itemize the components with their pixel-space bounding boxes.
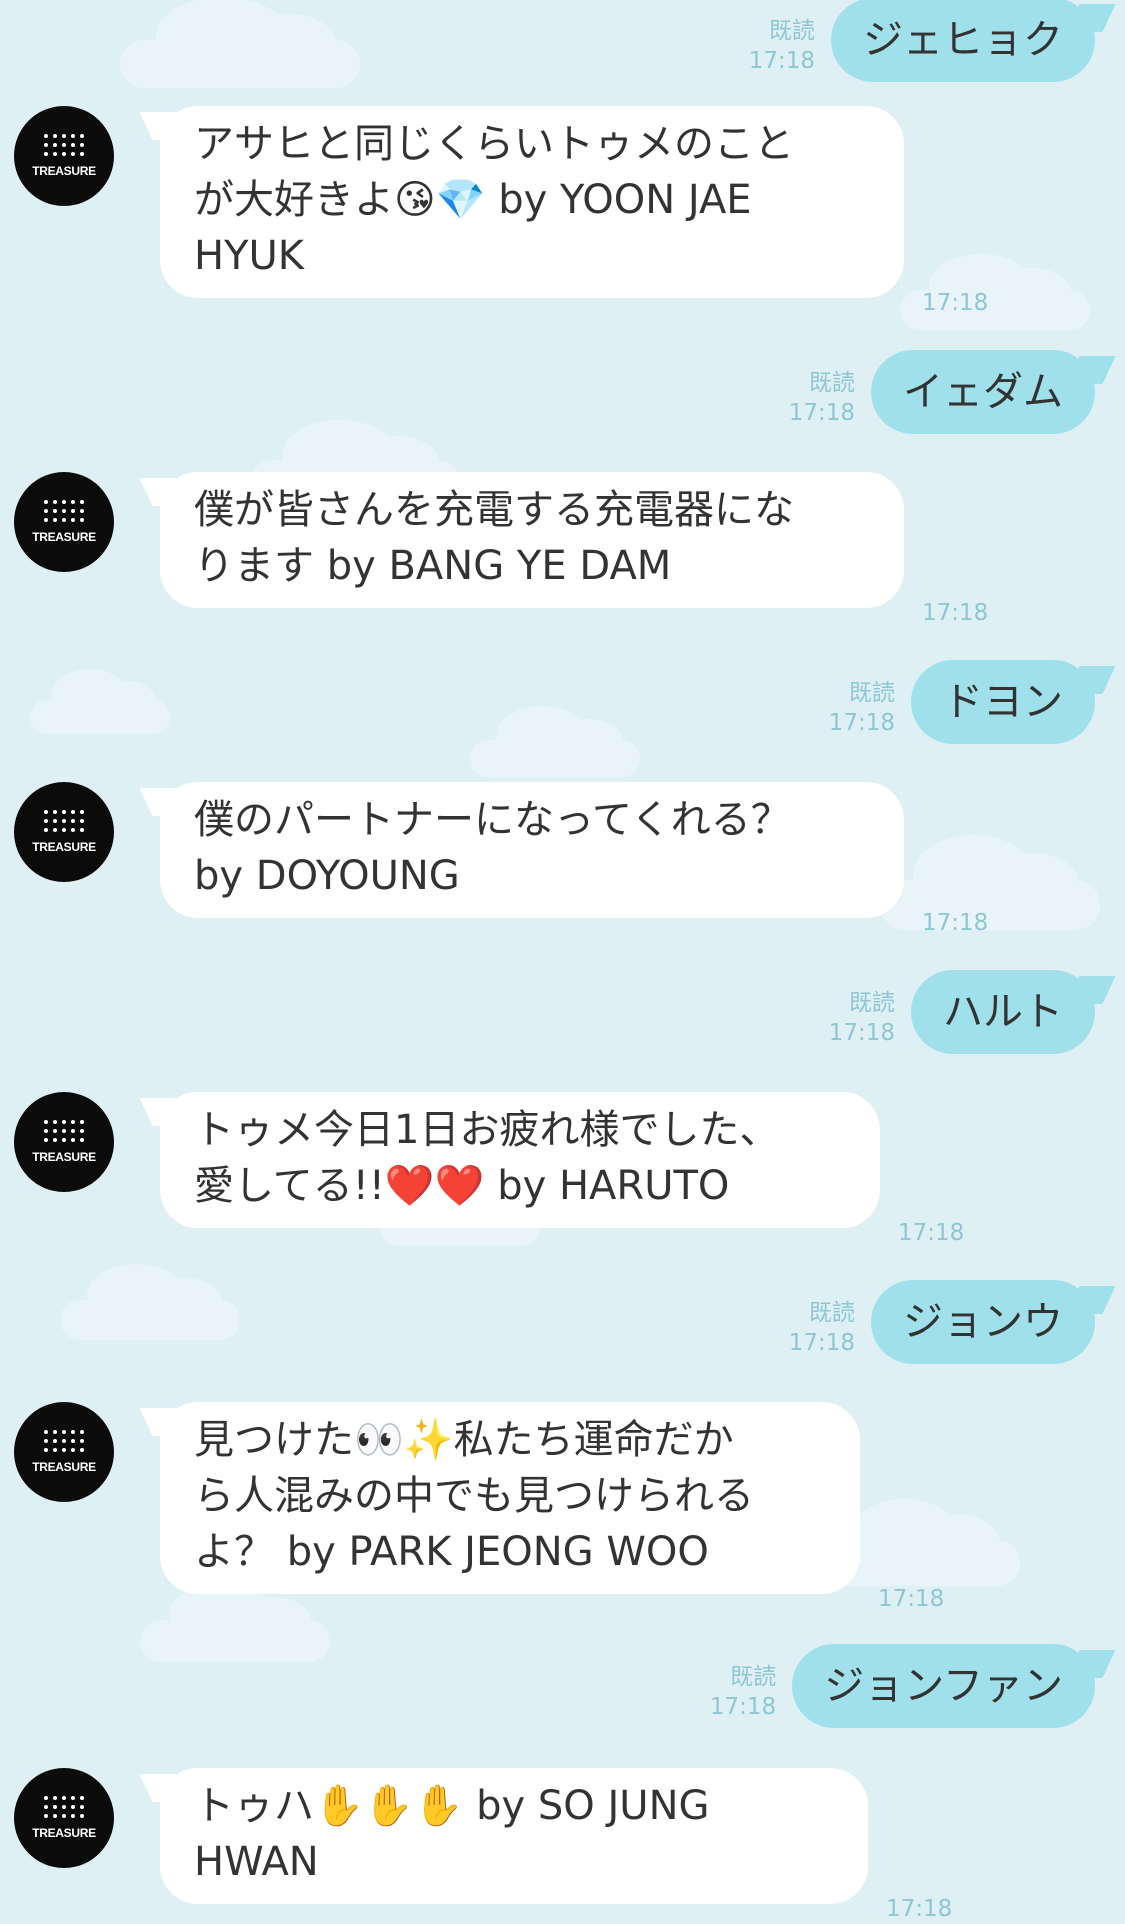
- avatar[interactable]: TREASURE: [14, 1768, 114, 1868]
- logo-dots: [44, 1430, 84, 1452]
- received-message[interactable]: TREASURE 僕のパートナーになってくれる？ by DOYOUNG 17:1…: [14, 782, 988, 936]
- message-line: トゥハ✋✋✋ by SO JUNG: [194, 1783, 710, 1829]
- read-receipt: 既読: [809, 1300, 855, 1326]
- message-time: 17:18: [898, 1220, 965, 1246]
- received-message[interactable]: TREASURE トゥハ✋✋✋ by SO JUNG HWAN 17:18: [14, 1768, 952, 1922]
- sent-message[interactable]: 既読 17:18 ジョンウ: [789, 1280, 1095, 1364]
- avatar-logo-text: TREASURE: [32, 1826, 96, 1840]
- avatar-logo-text: TREASURE: [32, 1460, 96, 1474]
- sent-message[interactable]: 既読 17:18 イェダム: [789, 350, 1095, 434]
- message-line: アサヒと同じくらいトゥメのこと: [194, 121, 794, 167]
- sent-message[interactable]: 既読 17:18 ドヨン: [829, 660, 1095, 744]
- avatar-logo-text: TREASURE: [32, 164, 96, 178]
- message-line: by DOYOUNG: [194, 853, 460, 899]
- logo-dots: [44, 1120, 84, 1142]
- message-line: トゥメ今日1日お疲れ様でした、: [194, 1107, 780, 1153]
- message-line: 愛してる!!❤️❤️ by HARUTO: [194, 1163, 730, 1209]
- message-meta: 既読 17:18: [749, 16, 815, 76]
- received-message[interactable]: TREASURE 僕が皆さんを充電する充電器にな ります by BANG YE …: [14, 472, 988, 626]
- message-time: 17:18: [886, 1896, 953, 1922]
- message-line: HWAN: [194, 1839, 319, 1885]
- avatar[interactable]: TREASURE: [14, 472, 114, 572]
- received-bubble[interactable]: トゥハ✋✋✋ by SO JUNG HWAN: [160, 1768, 868, 1904]
- message-meta: 既読 17:18: [710, 1662, 776, 1722]
- message-meta: 既読 17:18: [829, 988, 895, 1048]
- message-time: 17:18: [828, 1020, 895, 1046]
- message-line: が大好きよ😘💎 by YOON JAE: [194, 177, 752, 223]
- avatar[interactable]: TREASURE: [14, 106, 114, 206]
- read-receipt: 既読: [809, 370, 855, 396]
- logo-dots: [44, 500, 84, 522]
- logo-dots: [44, 1796, 84, 1818]
- sent-bubble[interactable]: ジェヒョク: [831, 0, 1095, 82]
- avatar[interactable]: TREASURE: [14, 1092, 114, 1192]
- avatar-logo-text: TREASURE: [32, 840, 96, 854]
- received-message[interactable]: TREASURE アサヒと同じくらいトゥメのこと が大好きよ😘💎 by YOON…: [14, 106, 988, 316]
- read-receipt: 既読: [730, 1664, 777, 1690]
- chat-thread[interactable]: 既読 17:18 ジェヒョク TREASURE アサヒと同じくらいトゥメのこと …: [0, 0, 1125, 1922]
- read-receipt: 既読: [849, 990, 895, 1016]
- received-message[interactable]: TREASURE トゥメ今日1日お疲れ様でした、 愛してる!!❤️❤️ by H…: [14, 1092, 964, 1246]
- message-line: 僕が皆さんを充電する充電器にな: [194, 487, 794, 533]
- message-line: ります by BANG YE DAM: [194, 543, 672, 589]
- received-bubble[interactable]: 僕が皆さんを充電する充電器にな ります by BANG YE DAM: [160, 472, 904, 608]
- logo-dots: [44, 810, 84, 832]
- sent-bubble[interactable]: ドヨン: [911, 660, 1095, 744]
- message-time: 17:18: [748, 48, 815, 74]
- sent-message[interactable]: 既読 17:18 ジョンファン: [710, 1644, 1095, 1728]
- message-line: 僕のパートナーになってくれる？: [194, 797, 791, 843]
- sent-bubble[interactable]: ジョンファン: [792, 1644, 1095, 1728]
- message-line: HYUK: [194, 233, 305, 279]
- message-meta: 既読 17:18: [789, 368, 855, 428]
- message-line: ら人混みの中でも見つけられる: [194, 1473, 754, 1519]
- received-bubble[interactable]: アサヒと同じくらいトゥメのこと が大好きよ😘💎 by YOON JAE HYUK: [160, 106, 904, 298]
- received-bubble[interactable]: 僕のパートナーになってくれる？ by DOYOUNG: [160, 782, 904, 918]
- read-receipt: 既読: [849, 680, 895, 706]
- avatar[interactable]: TREASURE: [14, 1402, 114, 1502]
- avatar-logo-text: TREASURE: [32, 1150, 96, 1164]
- received-bubble[interactable]: 見つけた👀✨私たち運命だか ら人混みの中でも見つけられる よ？ by PARK …: [160, 1402, 860, 1594]
- message-time: 17:18: [922, 910, 989, 936]
- received-bubble[interactable]: トゥメ今日1日お疲れ様でした、 愛してる!!❤️❤️ by HARUTO: [160, 1092, 880, 1228]
- message-line: よ？ by PARK JEONG WOO: [194, 1529, 709, 1575]
- sent-message[interactable]: 既読 17:18 ジェヒョク: [749, 0, 1095, 82]
- received-message[interactable]: TREASURE 見つけた👀✨私たち運命だか ら人混みの中でも見つけられる よ？…: [14, 1402, 944, 1612]
- read-receipt: 既読: [769, 18, 815, 44]
- message-time: 17:18: [878, 1586, 945, 1612]
- sent-bubble[interactable]: イェダム: [871, 350, 1095, 434]
- message-time: 17:18: [922, 290, 989, 316]
- avatar[interactable]: TREASURE: [14, 782, 114, 882]
- sent-bubble[interactable]: ジョンウ: [871, 1280, 1095, 1364]
- message-line: 見つけた👀✨私たち運命だか: [194, 1417, 734, 1463]
- avatar-logo-text: TREASURE: [32, 530, 96, 544]
- message-meta: 既読 17:18: [789, 1298, 855, 1358]
- message-time: 17:18: [828, 710, 895, 736]
- sent-bubble[interactable]: ハルト: [911, 970, 1095, 1054]
- message-time: 17:18: [922, 600, 989, 626]
- logo-dots: [44, 134, 84, 156]
- message-meta: 既読 17:18: [829, 678, 895, 738]
- sent-message[interactable]: 既読 17:18 ハルト: [829, 970, 1095, 1054]
- message-time: 17:18: [788, 1330, 855, 1356]
- message-time: 17:18: [709, 1694, 777, 1720]
- message-time: 17:18: [788, 400, 855, 426]
